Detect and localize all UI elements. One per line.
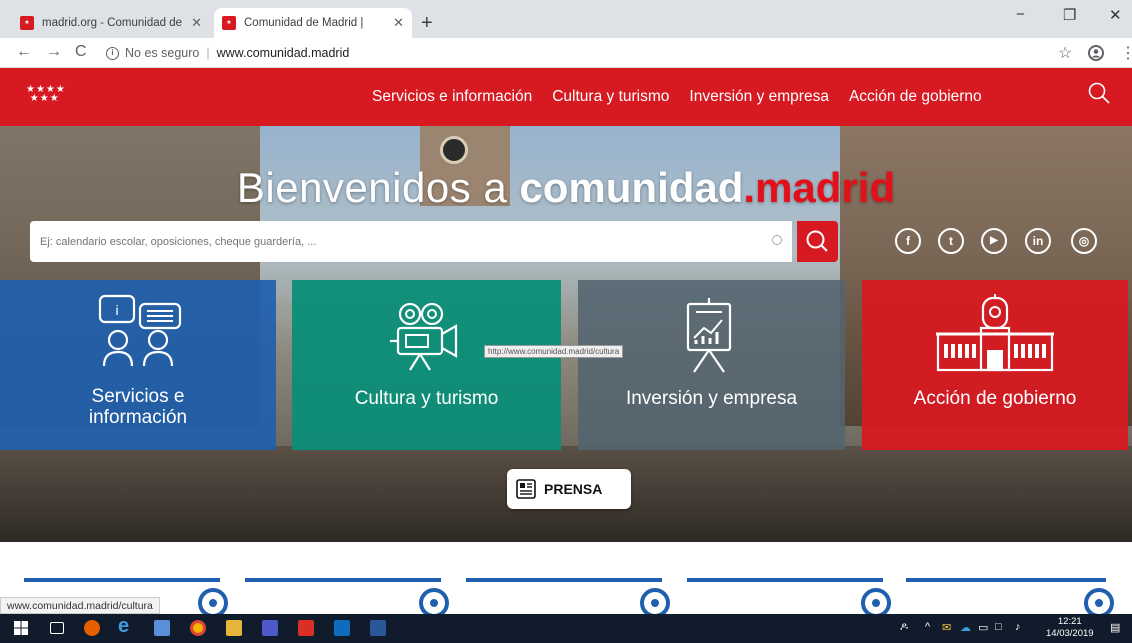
link-tooltip: http://www.comunidad.madrid/cultura	[484, 345, 624, 358]
close-tab-icon[interactable]: ✕	[191, 15, 202, 31]
clock-time: 12:21	[1057, 616, 1082, 627]
card-gobierno[interactable]: Acción de gobierno	[862, 280, 1128, 450]
system-clock[interactable]: 12:21 14/03/2019	[1046, 616, 1094, 640]
forward-button[interactable]: →	[46, 43, 62, 61]
prensa-button[interactable]: PRENSA	[507, 469, 631, 509]
hero-title-domain: .madrid	[743, 164, 896, 211]
restore-button[interactable]: ❐	[1063, 6, 1076, 24]
chrome-icon[interactable]	[190, 620, 206, 636]
clock-date: 14/03/2019	[1046, 628, 1094, 639]
onedrive-icon[interactable]: ☁	[960, 621, 971, 634]
separator: |	[206, 46, 210, 60]
nav-servicios[interactable]: Servicios e información	[372, 88, 532, 106]
volume-icon[interactable]: ♪	[1015, 621, 1021, 633]
search-clear-icon[interactable]	[772, 235, 782, 245]
info-icon[interactable]: i	[106, 46, 119, 60]
outlook-icon[interactable]	[334, 620, 350, 636]
search-input[interactable]	[30, 221, 750, 262]
notification-icon[interactable]: ▤	[1110, 621, 1120, 634]
tab-title: madrid.org - Comunidad de Mad	[42, 17, 185, 29]
lower-card[interactable]	[245, 578, 449, 618]
search-icon	[806, 230, 828, 252]
menu-kebab-icon[interactable]: ⋮	[1120, 43, 1132, 63]
url-text[interactable]: www.comunidad.madrid	[217, 46, 350, 60]
twitter-icon[interactable]: t	[938, 228, 964, 254]
card-label-line: información	[88, 407, 188, 428]
comunidad-madrid-logo[interactable]: ★★★★ ★★★	[26, 85, 66, 104]
new-tab-button[interactable]: +	[421, 12, 433, 35]
card-label: Cultura y turismo	[354, 388, 499, 409]
card-servicios[interactable]: i Servicios e información	[0, 280, 276, 450]
film-camera-icon	[390, 302, 458, 371]
tab-title: Comunidad de Madrid |	[244, 17, 364, 29]
reload-button[interactable]: C	[75, 43, 87, 61]
site-header: ★★★★ ★★★ Servicios e información Cultura…	[0, 68, 1132, 126]
nav-cultura[interactable]: Cultura y turismo	[552, 88, 669, 106]
minimize-button[interactable]: −	[1016, 6, 1025, 23]
card-label: Servicios e información	[0, 386, 276, 428]
firefox-icon[interactable]	[84, 620, 100, 636]
bookmark-star-icon[interactable]: ☆	[1058, 43, 1072, 63]
edge-icon[interactable]: e	[118, 616, 134, 636]
card-label: Acción de gobierno	[913, 388, 1077, 409]
facebook-icon[interactable]: f	[895, 228, 921, 254]
back-button[interactable]: ←	[16, 43, 32, 61]
chevron-up-icon[interactable]: ^	[925, 621, 930, 633]
search-icon[interactable]	[1088, 82, 1110, 104]
people-icon[interactable]: ዶ	[900, 621, 908, 634]
hero-title-welcome: Bienvenidos a	[236, 164, 520, 211]
site-search-box	[30, 221, 792, 262]
comunidad-madrid-favicon: ★	[20, 16, 34, 30]
youtube-icon[interactable]: ▶	[981, 228, 1007, 254]
lower-card[interactable]	[466, 578, 670, 618]
battery-icon[interactable]: ▭	[978, 621, 988, 634]
address-bar: ← → C i No es seguro | www.comunidad.mad…	[0, 38, 1132, 68]
app-icon[interactable]	[154, 620, 170, 636]
prensa-label: PRENSA	[544, 481, 603, 497]
growth-chart-icon	[686, 298, 732, 373]
comunidad-madrid-favicon: ★	[222, 16, 236, 30]
svg-text:i: i	[115, 302, 118, 318]
task-view-icon[interactable]	[50, 622, 64, 634]
acrobat-icon[interactable]	[298, 620, 314, 636]
main-navigation: Servicios e información Cultura y turism…	[372, 88, 982, 106]
security-label: No es seguro	[125, 46, 200, 60]
profile-icon[interactable]	[1088, 45, 1104, 61]
browser-status-bar: www.comunidad.madrid/cultura	[0, 597, 160, 614]
file-explorer-icon[interactable]	[226, 620, 242, 636]
government-building-icon	[936, 294, 1054, 372]
nav-gobierno[interactable]: Acción de gobierno	[849, 88, 982, 106]
network-icon[interactable]: □	[995, 621, 1002, 633]
search-submit-button[interactable]	[797, 221, 838, 262]
card-label-line: Servicios e	[91, 386, 185, 407]
windows-start-icon[interactable]	[13, 620, 29, 636]
close-tab-icon[interactable]: ✕	[393, 15, 404, 31]
newspaper-icon	[516, 479, 536, 499]
word-icon[interactable]	[370, 620, 386, 636]
windows-taskbar: e ዶ ^ ✉ ☁ ▭ □ ♪ 12:21 14/03/2019 ▤	[0, 614, 1132, 643]
hero-title-brand: comunidad	[519, 164, 744, 211]
card-label: Inversión y empresa	[625, 388, 798, 409]
browser-tab-comunidad-madrid[interactable]: ★ Comunidad de Madrid | ✕	[214, 8, 412, 38]
browser-tab-strip: ★ madrid.org - Comunidad de Mad ✕ ★ Comu…	[0, 0, 1132, 38]
omnibox[interactable]: i No es seguro | www.comunidad.madrid	[106, 42, 349, 64]
instagram-icon[interactable]: ◎	[1071, 228, 1097, 254]
close-window-button[interactable]: ✕	[1109, 6, 1122, 24]
lower-card[interactable]	[906, 578, 1114, 618]
card-cultura[interactable]: Cultura y turismo	[292, 280, 561, 450]
linkedin-icon[interactable]: in	[1025, 228, 1051, 254]
people-chat-icon: i	[98, 294, 182, 367]
hero-banner: Bienvenidos a comunidad.madrid f t ▶ in …	[0, 126, 1132, 542]
clock-icon	[440, 136, 468, 164]
mail-icon[interactable]: ✉	[942, 621, 951, 634]
lower-card[interactable]	[687, 578, 891, 618]
browser-tab-madrid-org[interactable]: ★ madrid.org - Comunidad de Mad ✕	[12, 8, 210, 38]
card-inversion[interactable]: Inversión y empresa	[578, 280, 845, 450]
nav-inversion[interactable]: Inversión y empresa	[689, 88, 829, 106]
hero-title: Bienvenidos a comunidad.madrid	[0, 164, 1132, 212]
teams-icon[interactable]	[262, 620, 278, 636]
